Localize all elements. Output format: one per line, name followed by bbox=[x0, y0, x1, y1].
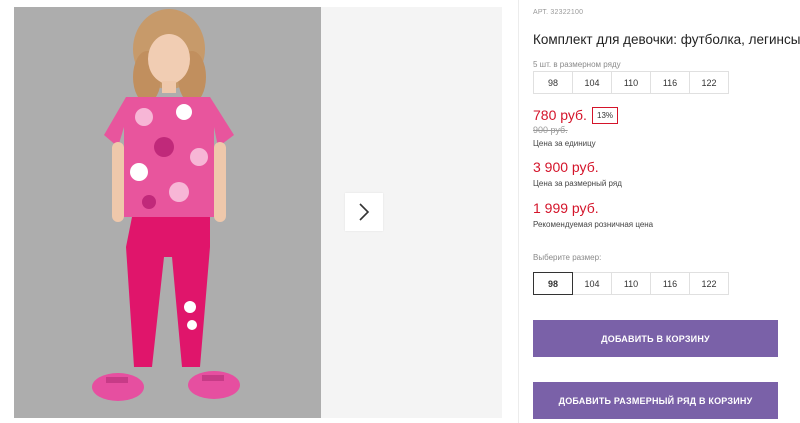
panel-divider bbox=[518, 0, 519, 423]
product-sku: АРТ. 32322100 bbox=[533, 9, 584, 16]
size-option-104[interactable]: 104 bbox=[572, 272, 612, 295]
size-option-122[interactable]: 122 bbox=[689, 272, 729, 295]
pack-size-item: 110 bbox=[611, 71, 651, 94]
pack-size-item: 98 bbox=[533, 71, 573, 94]
pack-size-item: 122 bbox=[689, 71, 729, 94]
product-title: Комплект для девочки: футболка, легинсы bbox=[533, 32, 800, 47]
pack-price: 3 900 руб. bbox=[533, 159, 599, 175]
pack-price-caption: Цена за размерный ряд bbox=[533, 179, 622, 188]
add-pack-to-cart-button[interactable]: ДОБАВИТЬ РАЗМЕРНЫЙ РЯД В КОРЗИНУ bbox=[533, 382, 778, 419]
unit-price-caption: Цена за единицу bbox=[533, 139, 596, 148]
pack-size-item: 116 bbox=[650, 71, 690, 94]
size-option-116[interactable]: 116 bbox=[650, 272, 690, 295]
rrp-price-caption: Рекомендуемая розничная цена bbox=[533, 220, 654, 229]
chevron-right-icon bbox=[359, 203, 370, 221]
product-photo[interactable] bbox=[14, 7, 321, 418]
pack-size-note: 5 шт. в размерном ряду bbox=[533, 60, 621, 69]
old-price: 900 руб. bbox=[533, 125, 568, 135]
size-option-98[interactable]: 98 bbox=[533, 272, 573, 295]
girl-illustration bbox=[14, 7, 321, 418]
size-selector: 98 104 110 116 122 bbox=[533, 272, 729, 295]
current-price: 780 руб. bbox=[533, 107, 587, 123]
pack-size-item: 104 bbox=[572, 71, 612, 94]
gallery-next-button[interactable] bbox=[345, 193, 383, 231]
pack-sizes: 98 104 110 116 122 bbox=[533, 71, 729, 94]
product-info-panel: АРТ. 32322100 Комплект для девочки: футб… bbox=[533, 0, 800, 423]
product-gallery bbox=[14, 7, 502, 418]
discount-badge: 13% bbox=[592, 107, 619, 124]
size-option-110[interactable]: 110 bbox=[611, 272, 651, 295]
rrp-price: 1 999 руб. bbox=[533, 200, 599, 216]
product-page: АРТ. 32322100 Комплект для девочки: футб… bbox=[0, 0, 800, 423]
size-select-label: Выберите размер: bbox=[533, 253, 602, 262]
add-to-cart-button[interactable]: ДОБАВИТЬ В КОРЗИНУ bbox=[533, 320, 778, 357]
